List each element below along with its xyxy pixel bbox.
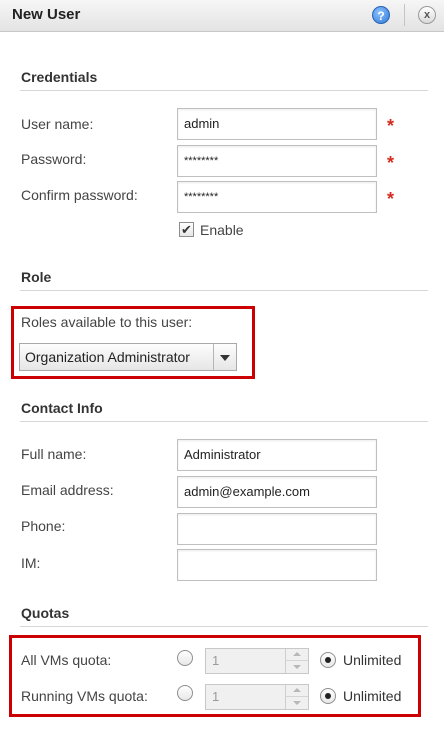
- username-label: User name:: [21, 116, 94, 132]
- password-label: Password:: [21, 151, 87, 167]
- running-vms-quota-label: Running VMs quota:: [21, 688, 148, 704]
- help-icon[interactable]: ?: [372, 6, 390, 24]
- enable-label: Enable: [200, 222, 244, 238]
- all-vms-quota-stepper[interactable]: 1: [205, 648, 309, 674]
- password-required-mark: *: [387, 153, 395, 173]
- role-section-title: Role: [21, 269, 52, 285]
- fullname-label: Full name:: [21, 446, 87, 462]
- stepper-up-icon[interactable]: [286, 685, 308, 697]
- all-vms-quota-radio[interactable]: [177, 650, 193, 666]
- stepper-down-icon[interactable]: [286, 697, 308, 709]
- dialog-titlebar: New User ? x: [0, 0, 444, 32]
- quotas-section-title: Quotas: [21, 605, 70, 621]
- stepper-down-icon[interactable]: [286, 661, 308, 673]
- all-vms-quota-label: All VMs quota:: [21, 652, 112, 668]
- phone-label: Phone:: [21, 518, 66, 534]
- stepper-buttons: [285, 649, 308, 673]
- section-divider: [20, 626, 428, 627]
- running-vms-quota-value: 1: [212, 689, 220, 704]
- role-select-value: Organization Administrator: [25, 349, 190, 365]
- im-input[interactable]: [177, 549, 377, 581]
- close-icon[interactable]: x: [418, 6, 436, 24]
- phone-input[interactable]: [177, 513, 377, 545]
- section-divider: [20, 90, 428, 91]
- section-divider: [20, 290, 428, 291]
- email-input[interactable]: admin@example.com: [177, 476, 377, 508]
- contact-section-title: Contact Info: [21, 400, 103, 416]
- all-vms-unlimited-label: Unlimited: [343, 652, 402, 668]
- credentials-section-title: Credentials: [21, 69, 98, 85]
- im-label: IM:: [21, 555, 41, 571]
- section-divider: [20, 421, 428, 422]
- titlebar-divider: [404, 4, 405, 26]
- fullname-input[interactable]: Administrator: [177, 439, 377, 471]
- username-input[interactable]: admin: [177, 108, 377, 140]
- password-input[interactable]: ********: [177, 145, 377, 177]
- email-label: Email address:: [21, 482, 114, 498]
- confirm-password-input[interactable]: ********: [177, 181, 377, 213]
- running-vms-quota-radio[interactable]: [177, 685, 193, 701]
- all-vms-quota-value: 1: [212, 653, 220, 668]
- stepper-up-icon[interactable]: [286, 649, 308, 661]
- roles-available-label: Roles available to this user:: [21, 314, 193, 330]
- confirm-password-label: Confirm password:: [21, 187, 138, 203]
- running-vms-unlimited-radio[interactable]: [320, 688, 336, 704]
- role-select[interactable]: Organization Administrator: [19, 343, 237, 371]
- running-vms-unlimited-label: Unlimited: [343, 688, 402, 704]
- username-required-mark: *: [387, 116, 395, 136]
- enable-checkbox[interactable]: ✔: [179, 222, 194, 237]
- running-vms-quota-stepper[interactable]: 1: [205, 684, 309, 710]
- dialog-title: New User: [12, 6, 81, 23]
- chevron-down-icon[interactable]: [213, 344, 236, 370]
- all-vms-unlimited-radio[interactable]: [320, 652, 336, 668]
- confirm-password-required-mark: *: [387, 189, 395, 209]
- stepper-buttons: [285, 685, 308, 709]
